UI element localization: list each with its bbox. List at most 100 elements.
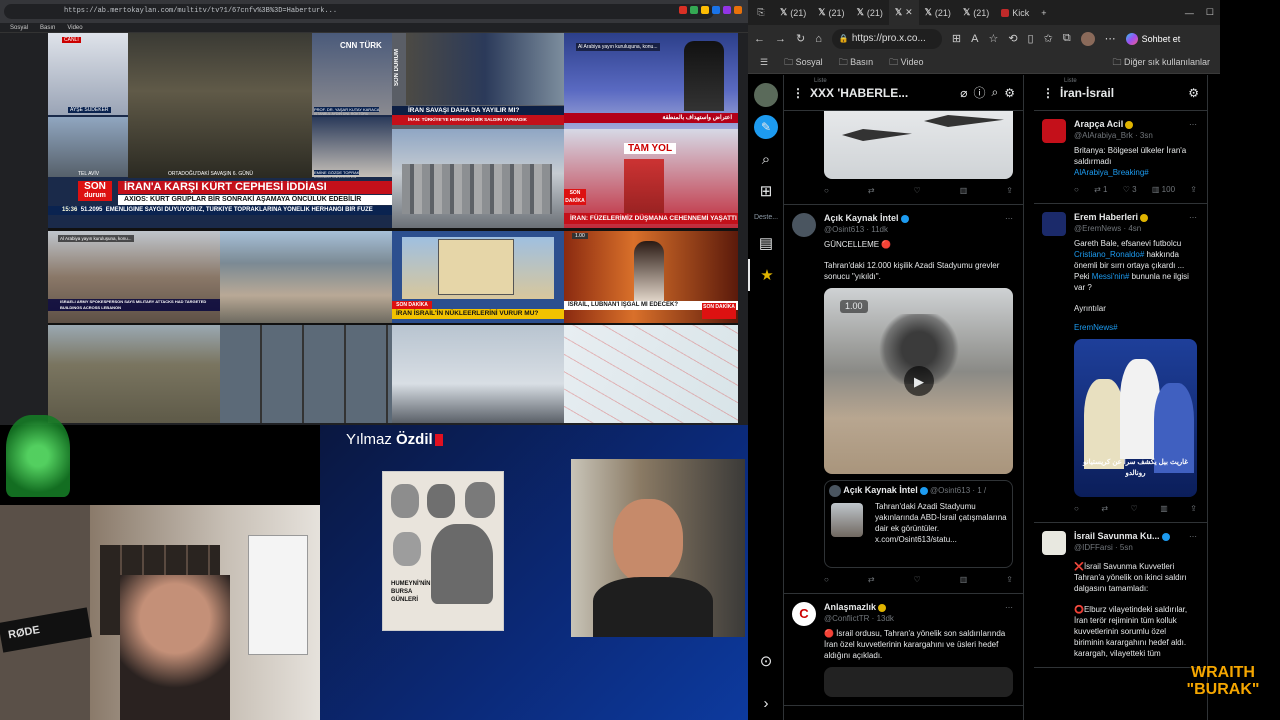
reply-icon[interactable]: ○ [824,185,829,196]
sky-camera-grid[interactable] [392,325,564,423]
retweet-icon[interactable]: ⇄ [868,574,875,585]
tweet-erem-haberleri[interactable]: Erem Haberleri ⋯ @EremNews · 4sn Gareth B… [1034,204,1207,523]
share-icon[interactable]: ⇪ [1190,503,1197,514]
quoted-tweet[interactable]: Açık Kaynak İntel @Osint613 · 1 / Tahran… [824,480,1013,568]
profile-avatar[interactable] [1080,31,1095,46]
tweet-arapca-acil[interactable]: Arapça Acil ⋯ @AlArabiya_Brk · 3sn Britan… [1034,111,1207,204]
favorites-icon[interactable]: ✩ [1044,32,1053,45]
retweet-icon[interactable]: ⇄ 1 [1094,184,1107,195]
share-icon[interactable]: ⇪ [1006,574,1013,585]
split-screen-icon[interactable]: ▯ [1028,32,1034,45]
views-icon[interactable]: ▥ [1160,503,1168,514]
video-player[interactable]: 1.00 ▶ [824,288,1013,474]
extension-icon-3[interactable] [701,6,709,14]
fire-news-feed[interactable]: 1.00 İSRAİL, LÜBNAN'I İŞGAL Mİ EDECEK? S… [564,231,738,323]
tvnet-feed[interactable]: TAM YOL SON DAKİKA İRAN: FÜZELERİMİZ DÜŞ… [564,129,738,228]
aljazeera-destruction-feed[interactable]: Al Arabiya yayın kuruluşuna, konu... ISR… [48,231,220,323]
bookmark-sosyal[interactable]: Sosyal [10,23,28,32]
extension-icon-2[interactable] [690,6,698,14]
collections-icon[interactable]: ⧉ [1063,32,1071,45]
back-icon[interactable]: ← [754,33,765,45]
share-icon[interactable]: ⇪ [1190,184,1197,195]
tab-kick[interactable]: Kick [995,0,1035,25]
tweet-menu-icon[interactable]: ⋯ [1005,602,1013,613]
alarabiya-feed[interactable]: Al Arabiya yayın kuruluşuna, konu... اعت… [564,33,738,129]
tab-x-5[interactable]: 𝕏 (21) [919,0,957,25]
tab-x-6[interactable]: 𝕏 (21) [957,0,995,25]
tab-x-active[interactable]: 𝕏 ✕ [888,0,919,25]
reply-icon[interactable]: ○ [824,574,829,585]
other-favorites[interactable]: 🗀 Diğer sık kullanılanlar [1112,55,1220,71]
cnn-turk-feed[interactable]: CANLI CNN TÜRK AYŞE SUDEKER PROF. DR. YA… [48,33,392,228]
close-icon[interactable]: ✕ [905,7,913,18]
user-avatar[interactable] [748,79,784,111]
like-icon[interactable]: ♡ [914,574,921,585]
copilot-button[interactable]: Sohbet et [1125,32,1180,45]
tab-x-2[interactable]: 𝕏 (21) [812,0,850,25]
forward-icon[interactable]: → [775,33,786,45]
tweet-acik-kaynak[interactable]: Açık Kaynak İntel ⋯ @Osint613 · 11dk GÜNC… [784,205,1023,594]
add-column-icon[interactable]: ⊞ [748,175,784,207]
retweet-icon[interactable]: ⇄ [868,185,875,196]
aerial-city-feed[interactable] [220,231,392,323]
like-icon[interactable]: ♡ [1131,503,1138,514]
reply-icon[interactable]: ○ [1074,184,1079,195]
column-icon[interactable]: ▤ [748,227,784,259]
minimize-icon[interactable]: — [1179,0,1200,25]
ntv-feed[interactable]: SON DURUM İRAN SAVAŞI DAHA DA YAYILIR MI… [392,33,564,129]
left-address-bar[interactable]: https://ab.mertokaylan.com/multitv/tv?1/… [4,4,714,19]
multi-camera-grid[interactable] [220,325,392,423]
search-icon[interactable]: ⌕ [748,143,784,175]
bookmark-folder-sosyal[interactable]: 🗀 Sosyal [784,55,823,71]
bookmark-basin[interactable]: Basın [40,23,55,32]
maximize-icon[interactable]: ☐ [1200,0,1220,25]
like-icon[interactable]: ♡ [914,185,921,196]
bookmark-folder-video[interactable]: 🗀 Video [889,55,923,71]
read-aloud-icon[interactable]: A [971,33,978,45]
bookmark-video[interactable]: Video [67,23,82,32]
extension-icon-5[interactable] [723,6,731,14]
tweet-anlasmazlik[interactable]: C Anlaşmazlık ⋯ @ConflictTR · 13dk 🔴 İsra… [784,594,1023,706]
retweet-icon[interactable]: ⇄ [1101,503,1108,514]
more-bookmarks-icon[interactable]: ☰ [760,57,768,68]
tweet-menu-icon[interactable]: ⋯ [1005,213,1013,224]
info-icon[interactable]: ⓘ [973,84,985,101]
avatar[interactable] [1042,212,1066,236]
avatar[interactable] [1042,531,1066,555]
avatar[interactable]: C [792,602,816,626]
more-options-icon[interactable]: ⊙ [748,645,784,677]
play-icon[interactable]: ▶ [904,366,934,396]
skyline-camera-feed[interactable] [392,129,564,228]
tweet-menu-icon[interactable]: ⋯ [1189,212,1197,223]
tweet-israil-savunma[interactable]: İsrail Savunma Ku... ⋯ @IDFFarsi · 5sn ❌İ… [1034,523,1207,668]
football-image[interactable]: غاريث بيل يكشف سرا عن كريستيانو رونالدو [1074,339,1197,497]
tab-overview[interactable]: ⎘ [748,0,774,25]
column-search-icon[interactable]: ⌕ [992,85,999,100]
settings-icon[interactable]: ⚙ [1188,86,1199,100]
like-icon[interactable]: ♡ 3 [1123,184,1137,195]
share-icon[interactable]: ⇪ [1006,185,1013,196]
clear-icon[interactable]: ⌀ [960,86,967,100]
extensions-icon[interactable]: ⟲ [1008,32,1017,45]
compose-icon[interactable]: ✎ [748,111,784,143]
tweet-menu-icon[interactable]: ⋯ [1189,531,1197,542]
tv-show-panel[interactable]: Yılmaz Özdil HUMEYNİ'NİN BURSA GÜNLERİ [320,425,748,720]
views-icon[interactable]: ▥ 100 [1152,184,1175,195]
extension-icon-4[interactable] [712,6,720,14]
expand-sidebar-icon[interactable]: › [748,687,784,719]
extension-icon-6[interactable] [734,6,742,14]
tweet-jets[interactable]: ○ ⇄ ♡ ▥ ⇪ [784,111,1023,205]
flight-map-feed[interactable] [564,325,738,423]
middle-east-map-feed[interactable]: SON DAKİKA İRAN İSRAİL'İN NÜKLEERLERİNİ … [392,231,564,323]
bookmark-folder-basin[interactable]: 🗀 Basın [839,55,874,71]
refresh-icon[interactable]: ↻ [796,32,805,45]
tab-x-1[interactable]: 𝕏 (21) [774,0,812,25]
star-column-icon[interactable]: ★ [748,259,784,291]
more-icon[interactable]: ⋯ [1105,32,1116,45]
tweet-menu-icon[interactable]: ⋯ [1189,119,1197,130]
avatar[interactable] [1042,119,1066,143]
reply-icon[interactable]: ○ [1074,503,1079,514]
new-tab-button[interactable]: + [1035,0,1052,25]
views-icon[interactable]: ▥ [960,185,968,196]
old-city-camera-feed[interactable] [48,325,220,423]
